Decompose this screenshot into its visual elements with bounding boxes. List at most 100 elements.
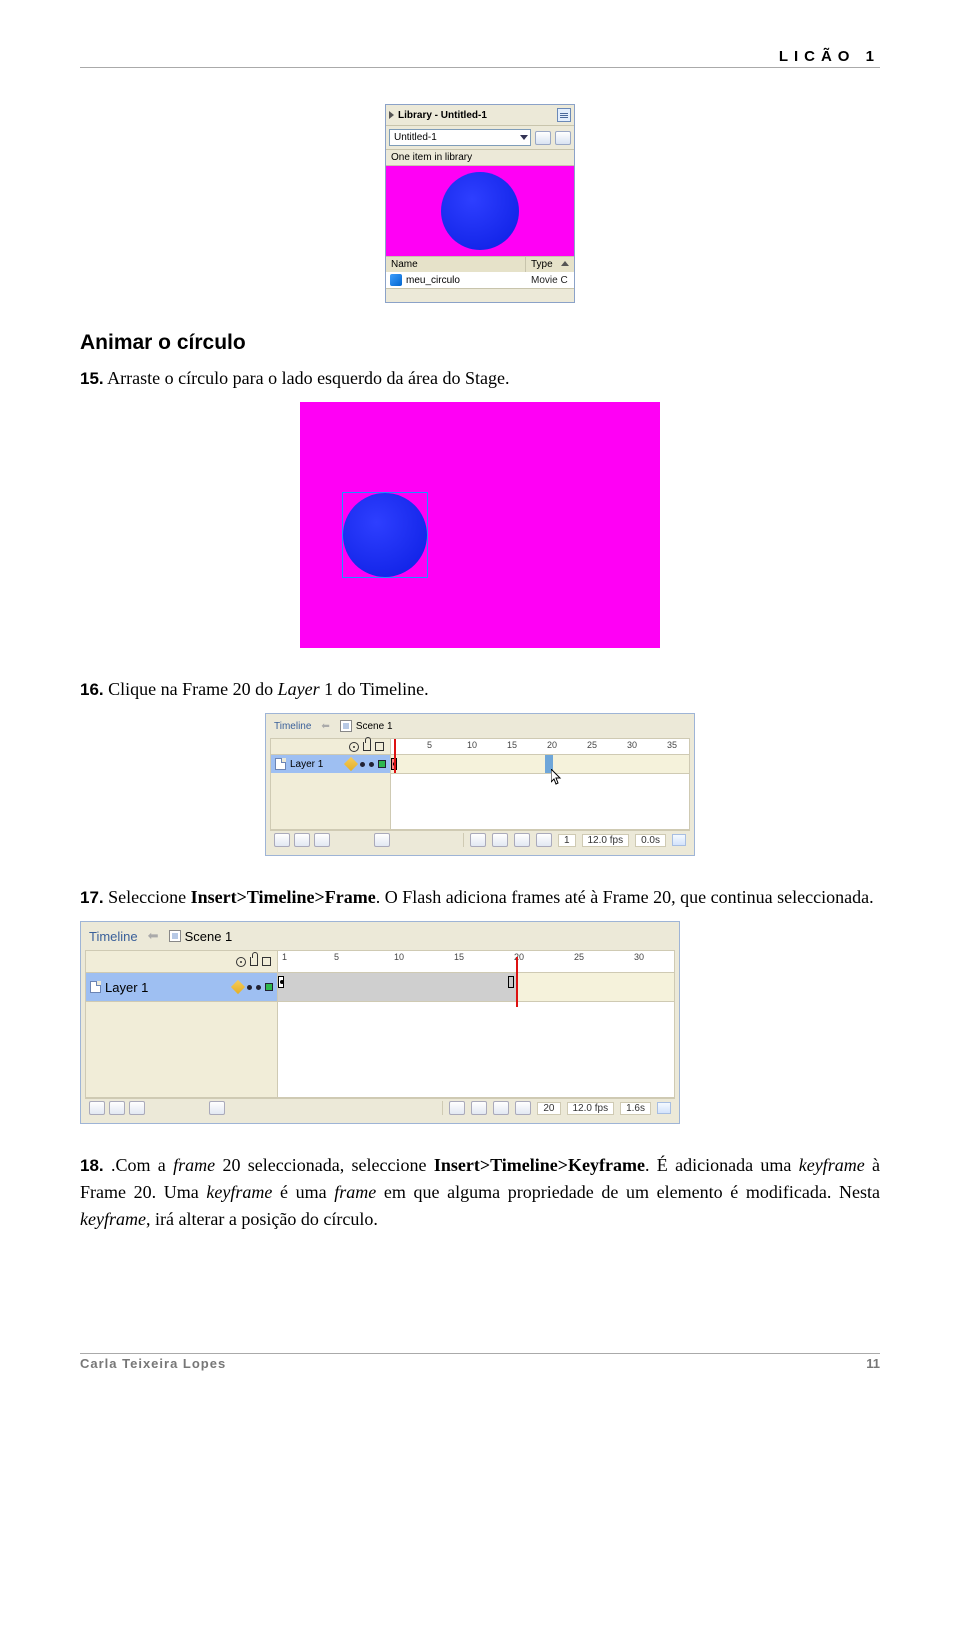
add-layer-icon[interactable] [274,833,290,847]
current-frame: 20 [537,1102,560,1115]
timeline-panel: Timeline ⬅ Scene 1 Layer 1 [265,713,695,856]
timeline-layers: Layer 1 [271,739,391,829]
keyframe-icon[interactable] [278,976,284,988]
center-frame-icon[interactable] [449,1101,465,1115]
layer-toggle-strip [86,951,277,973]
scene-icon [340,720,352,732]
trash-icon[interactable] [374,833,390,847]
timeline-tabs: Timeline ⬅ Scene 1 [85,926,675,946]
scene-button[interactable]: Scene 1 [340,720,393,732]
footer-page: 11 [866,1356,880,1371]
edit-multi-icon[interactable] [536,833,552,847]
color-swatch-icon [378,760,386,768]
add-guide-icon[interactable] [109,1101,125,1115]
step-num: 15. [80,369,104,388]
pencil-icon [344,757,358,771]
dot-icon [247,985,252,990]
current-frame: 1 [558,834,576,847]
chevron-down-icon[interactable] [520,135,528,140]
timeline1-figure: Timeline ⬅ Scene 1 Layer 1 [80,713,880,856]
col-type[interactable]: Type [526,257,574,272]
timeline-tabs: Timeline ⬅ Scene 1 [270,718,690,734]
onion-skin-icon[interactable] [492,833,508,847]
lock-icon[interactable] [363,742,371,751]
outline-icon[interactable] [375,742,384,751]
library-figure-wrap: Library - Untitled-1 Untitled-1 One item… [80,104,880,303]
empty-keyframe-icon[interactable] [508,976,514,988]
pin-icon[interactable] [535,131,551,145]
timeline-body: Layer 1 1 5 10 15 20 25 30 [85,950,675,1098]
playhead-line-icon [516,957,518,1007]
pencil-icon [231,980,245,994]
timeline-ruler[interactable]: 5 10 15 20 25 30 35 [391,739,689,755]
section-heading: Animar o círculo [80,331,880,355]
layer-name: Layer 1 [105,980,148,995]
add-layer-icon[interactable] [89,1101,105,1115]
library-footer [386,288,574,302]
onion-outline-icon[interactable] [493,1101,509,1115]
stage-canvas[interactable] [300,402,660,648]
layer-track[interactable] [391,755,689,773]
stage-figure [80,402,880,648]
timeline-panel-big: Timeline ⬅ Scene 1 Layer 1 [80,921,680,1124]
layer-track[interactable] [278,973,674,1001]
center-frame-icon[interactable] [470,833,486,847]
fps-label: 12.0 fps [567,1102,615,1115]
edit-multi-icon[interactable] [515,1101,531,1115]
step-18: 18. .Com a frame 20 seleccionada, selecc… [80,1152,880,1233]
scene-icon [169,930,181,942]
library-titlebar: Library - Untitled-1 [386,105,574,126]
layer-icon [275,758,286,770]
library-doc-combo[interactable]: Untitled-1 [389,129,531,146]
page-header: LICÃO 1 [80,48,880,68]
trash-icon[interactable] [209,1101,225,1115]
scroll-left-icon[interactable] [672,834,686,846]
header-title: LICÃO 1 [779,48,880,65]
eye-icon[interactable] [236,957,246,967]
step-16: 16. Clique na Frame 20 do Layer 1 do Tim… [80,676,880,703]
timeline-frames[interactable]: 1 5 10 15 20 25 30 [278,951,674,1097]
scene-button[interactable]: Scene 1 [169,929,233,944]
add-folder-icon[interactable] [129,1101,145,1115]
playhead-line-icon [394,739,396,773]
movieclip-icon [390,274,402,286]
step-15: 15. Arraste o círculo para o lado esquer… [80,365,880,392]
col-name[interactable]: Name [386,257,526,272]
onion-skin-icon[interactable] [471,1101,487,1115]
selected-circle-icon[interactable] [342,492,428,578]
library-item-type: Movie C [526,273,574,288]
library-doc-row: Untitled-1 [386,126,574,150]
timeline2-figure: Timeline ⬅ Scene 1 Layer 1 [80,921,880,1124]
eye-icon[interactable] [349,742,359,752]
lock-icon[interactable] [250,957,258,966]
library-count: One item in library [386,150,574,166]
library-preview [386,166,574,256]
timeline-tab[interactable]: Timeline [89,929,138,944]
timeline-ruler[interactable]: 1 5 10 15 20 25 30 [278,951,674,973]
time-label: 1.6s [620,1102,651,1115]
library-item[interactable]: meu_circulo Movie C [386,272,574,288]
dot-icon [369,762,374,767]
layer-row[interactable]: Layer 1 [86,973,277,1001]
sort-asc-icon [561,261,569,266]
dot-icon [256,985,261,990]
step-num: 17. [80,888,104,907]
add-guide-icon[interactable] [294,833,310,847]
timeline-frames[interactable]: 5 10 15 20 25 30 35 [391,739,689,829]
new-library-icon[interactable] [555,131,571,145]
library-columns: Name Type [386,256,574,272]
dot-icon [360,762,365,767]
timeline-tab[interactable]: Timeline [274,721,311,732]
step-17: 17. Seleccione Insert>Timeline>Frame. O … [80,884,880,911]
outline-icon[interactable] [262,957,271,966]
onion-outline-icon[interactable] [514,833,530,847]
layer-row[interactable]: Layer 1 [271,755,390,773]
panel-menu-icon[interactable] [557,108,571,122]
timeline-layers: Layer 1 [86,951,278,1097]
scroll-left-icon[interactable] [657,1102,671,1114]
add-folder-icon[interactable] [314,833,330,847]
library-title: Library - Untitled-1 [398,110,487,121]
expand-arrow-icon[interactable] [389,111,394,119]
timeline-status: 1 12.0 fps 0.0s [270,830,690,849]
frame-span[interactable] [278,973,518,1001]
